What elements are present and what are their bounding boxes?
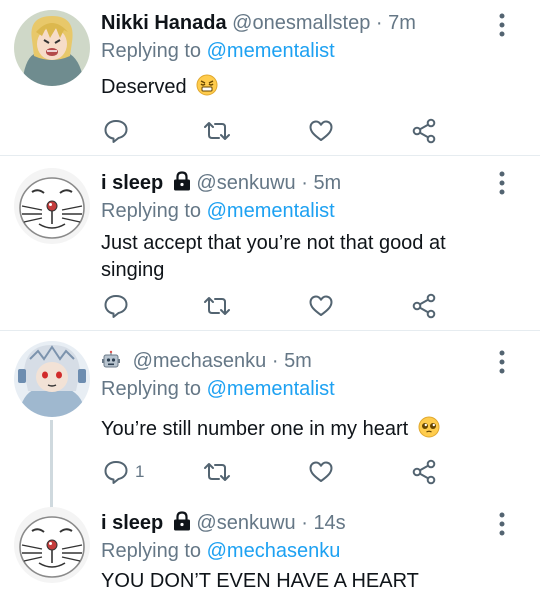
user-handle[interactable]: @onesmallstep [232,12,370,34]
retweet-button[interactable] [203,458,231,486]
replying-to: Replying to @mementalist [101,376,500,402]
robot-emoji [102,350,120,368]
doraemon-face-avatar [14,168,90,244]
reply-count: 1 [135,462,145,481]
tweet-text-content: Deserved [101,76,187,98]
share-button[interactable] [411,458,437,486]
retweet-icon [204,463,230,481]
heart-icon [309,461,333,482]
separator-dot: · [301,512,308,534]
replying-to-label: Replying to [101,200,202,222]
avatar[interactable] [14,168,90,244]
more-options-icon[interactable] [498,511,506,537]
retweet-icon [204,297,230,315]
retweet-icon [204,122,230,140]
like-button[interactable] [308,117,334,145]
reply-button[interactable] [103,292,135,320]
robot-anime-avatar [14,341,90,417]
replying-to: Replying to @mementalist [101,198,500,224]
like-button[interactable] [308,458,334,486]
mention-link[interactable]: @mementalist [207,200,335,222]
avatar[interactable] [14,507,90,583]
retweet-button[interactable] [203,117,231,145]
anime-character-avatar [14,10,90,86]
lock-icon [173,511,190,531]
display-name[interactable]: i sleep [101,172,163,194]
user-handle[interactable]: @mechasenku [133,350,267,372]
timestamp[interactable]: 14s [313,512,345,534]
retweet-button[interactable] [203,292,231,320]
tweet[interactable]: i sleep @senkuwu · 5m Replying to @memen… [0,156,540,330]
separator-dot: · [271,350,279,372]
more-options-icon[interactable] [498,12,506,38]
reply-feed: Nikki Hanada @onesmallstep · 7m Replying… [0,0,540,605]
reply-icon [104,120,128,143]
display-name[interactable]: i sleep [101,512,163,534]
avatar[interactable] [14,10,90,86]
timestamp[interactable]: 7m [388,12,416,34]
mention-link[interactable]: @mechasenku [207,540,341,562]
mention-link[interactable]: @mementalist [207,378,335,400]
reply-icon [104,461,128,484]
tweet-text: You’re still number one in my heart [101,416,500,443]
separator-dot: · [301,172,308,194]
replying-to: Replying to @mechasenku [101,538,500,564]
display-name[interactable]: Nikki Hanada [101,12,227,34]
tweet-text: Just accept that you’re not that good at… [101,232,446,281]
share-icon [412,293,436,319]
more-options-icon[interactable] [498,170,506,196]
share-icon [412,118,436,144]
replying-to-label: Replying to [101,40,202,62]
more-options-icon[interactable] [498,349,506,375]
share-icon [412,459,436,485]
heart-icon [309,120,333,141]
tweet[interactable]: i sleep @senkuwu · 14s Replying to @mech… [0,501,540,605]
reply-icon [104,295,128,318]
tweet-text: YOU DON’T EVEN HAVE A HEART [101,570,419,592]
separator-dot: · [375,12,383,34]
user-handle[interactable]: @senkuwu [196,512,295,534]
user-handle[interactable]: @senkuwu [196,172,295,194]
tweet-text-content: You’re still number one in my heart [101,418,409,440]
replying-to-label: Replying to [101,540,202,562]
persevering-face-emoji [196,74,218,96]
lock-icon [173,171,190,191]
replying-to: Replying to @mementalist [101,38,500,64]
doraemon-face-avatar [14,507,90,583]
timestamp[interactable]: 5m [313,172,341,194]
tweet-text: Deserved [101,74,500,101]
share-button[interactable] [411,117,437,145]
mention-link[interactable]: @mementalist [207,40,335,62]
replying-to-label: Replying to [101,378,202,400]
like-button[interactable] [308,292,334,320]
heart-icon [309,295,333,316]
share-button[interactable] [411,292,437,320]
timestamp[interactable]: 5m [284,350,312,372]
pleading-face-emoji [418,416,440,438]
tweet[interactable]: Nikki Hanada @onesmallstep · 7m Replying… [0,0,540,155]
reply-button[interactable]: 1 [103,458,144,486]
reply-button[interactable] [103,117,135,145]
tweet[interactable]: @mechasenku · 5m Replying to @mementalis… [0,331,540,501]
avatar[interactable] [14,341,90,417]
